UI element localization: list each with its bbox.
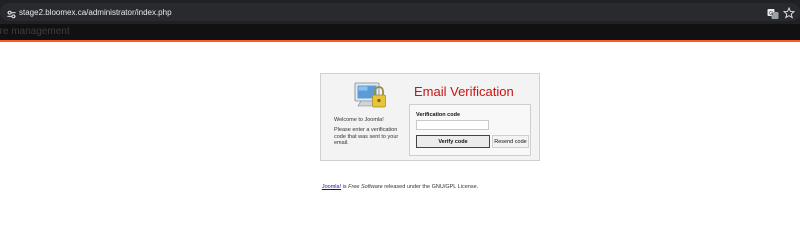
instructions-text: Please enter a verification code that wa… <box>334 127 399 146</box>
header-accent-stripe <box>0 40 800 42</box>
page-title: Email Verification <box>414 84 514 99</box>
free-software-text: Free Software <box>348 184 383 190</box>
verification-form: Verification code Verify code Resend cod… <box>409 104 531 156</box>
header-title: ore management <box>0 26 70 37</box>
browser-toolbar: stage2.bloomex.ca/administrator/index.ph… <box>0 0 800 24</box>
welcome-text: Welcome to Joomla! <box>334 117 384 123</box>
verify-code-button[interactable]: Verify code <box>416 135 490 148</box>
admin-header <box>0 24 800 41</box>
verification-code-input[interactable] <box>416 120 489 130</box>
footer-text-tail: released under the GNU/GPL License. <box>382 184 479 190</box>
computer-lock-icon <box>354 82 386 108</box>
address-bar[interactable]: stage2.bloomex.ca/administrator/index.ph… <box>0 3 800 21</box>
tune-icon[interactable] <box>6 9 17 20</box>
verification-code-label: Verification code <box>416 112 461 118</box>
joomla-link[interactable]: Joomla! <box>322 184 341 190</box>
svg-text:G: G <box>769 11 773 17</box>
footer: Joomla! is Free Software released under … <box>0 184 800 190</box>
star-icon[interactable] <box>783 7 795 19</box>
verification-panel: Welcome to Joomla! Please enter a verifi… <box>320 73 540 161</box>
translate-icon[interactable]: G <box>767 8 779 20</box>
url-text[interactable]: stage2.bloomex.ca/administrator/index.ph… <box>19 8 172 17</box>
resend-code-button[interactable]: Resend code <box>492 135 529 148</box>
